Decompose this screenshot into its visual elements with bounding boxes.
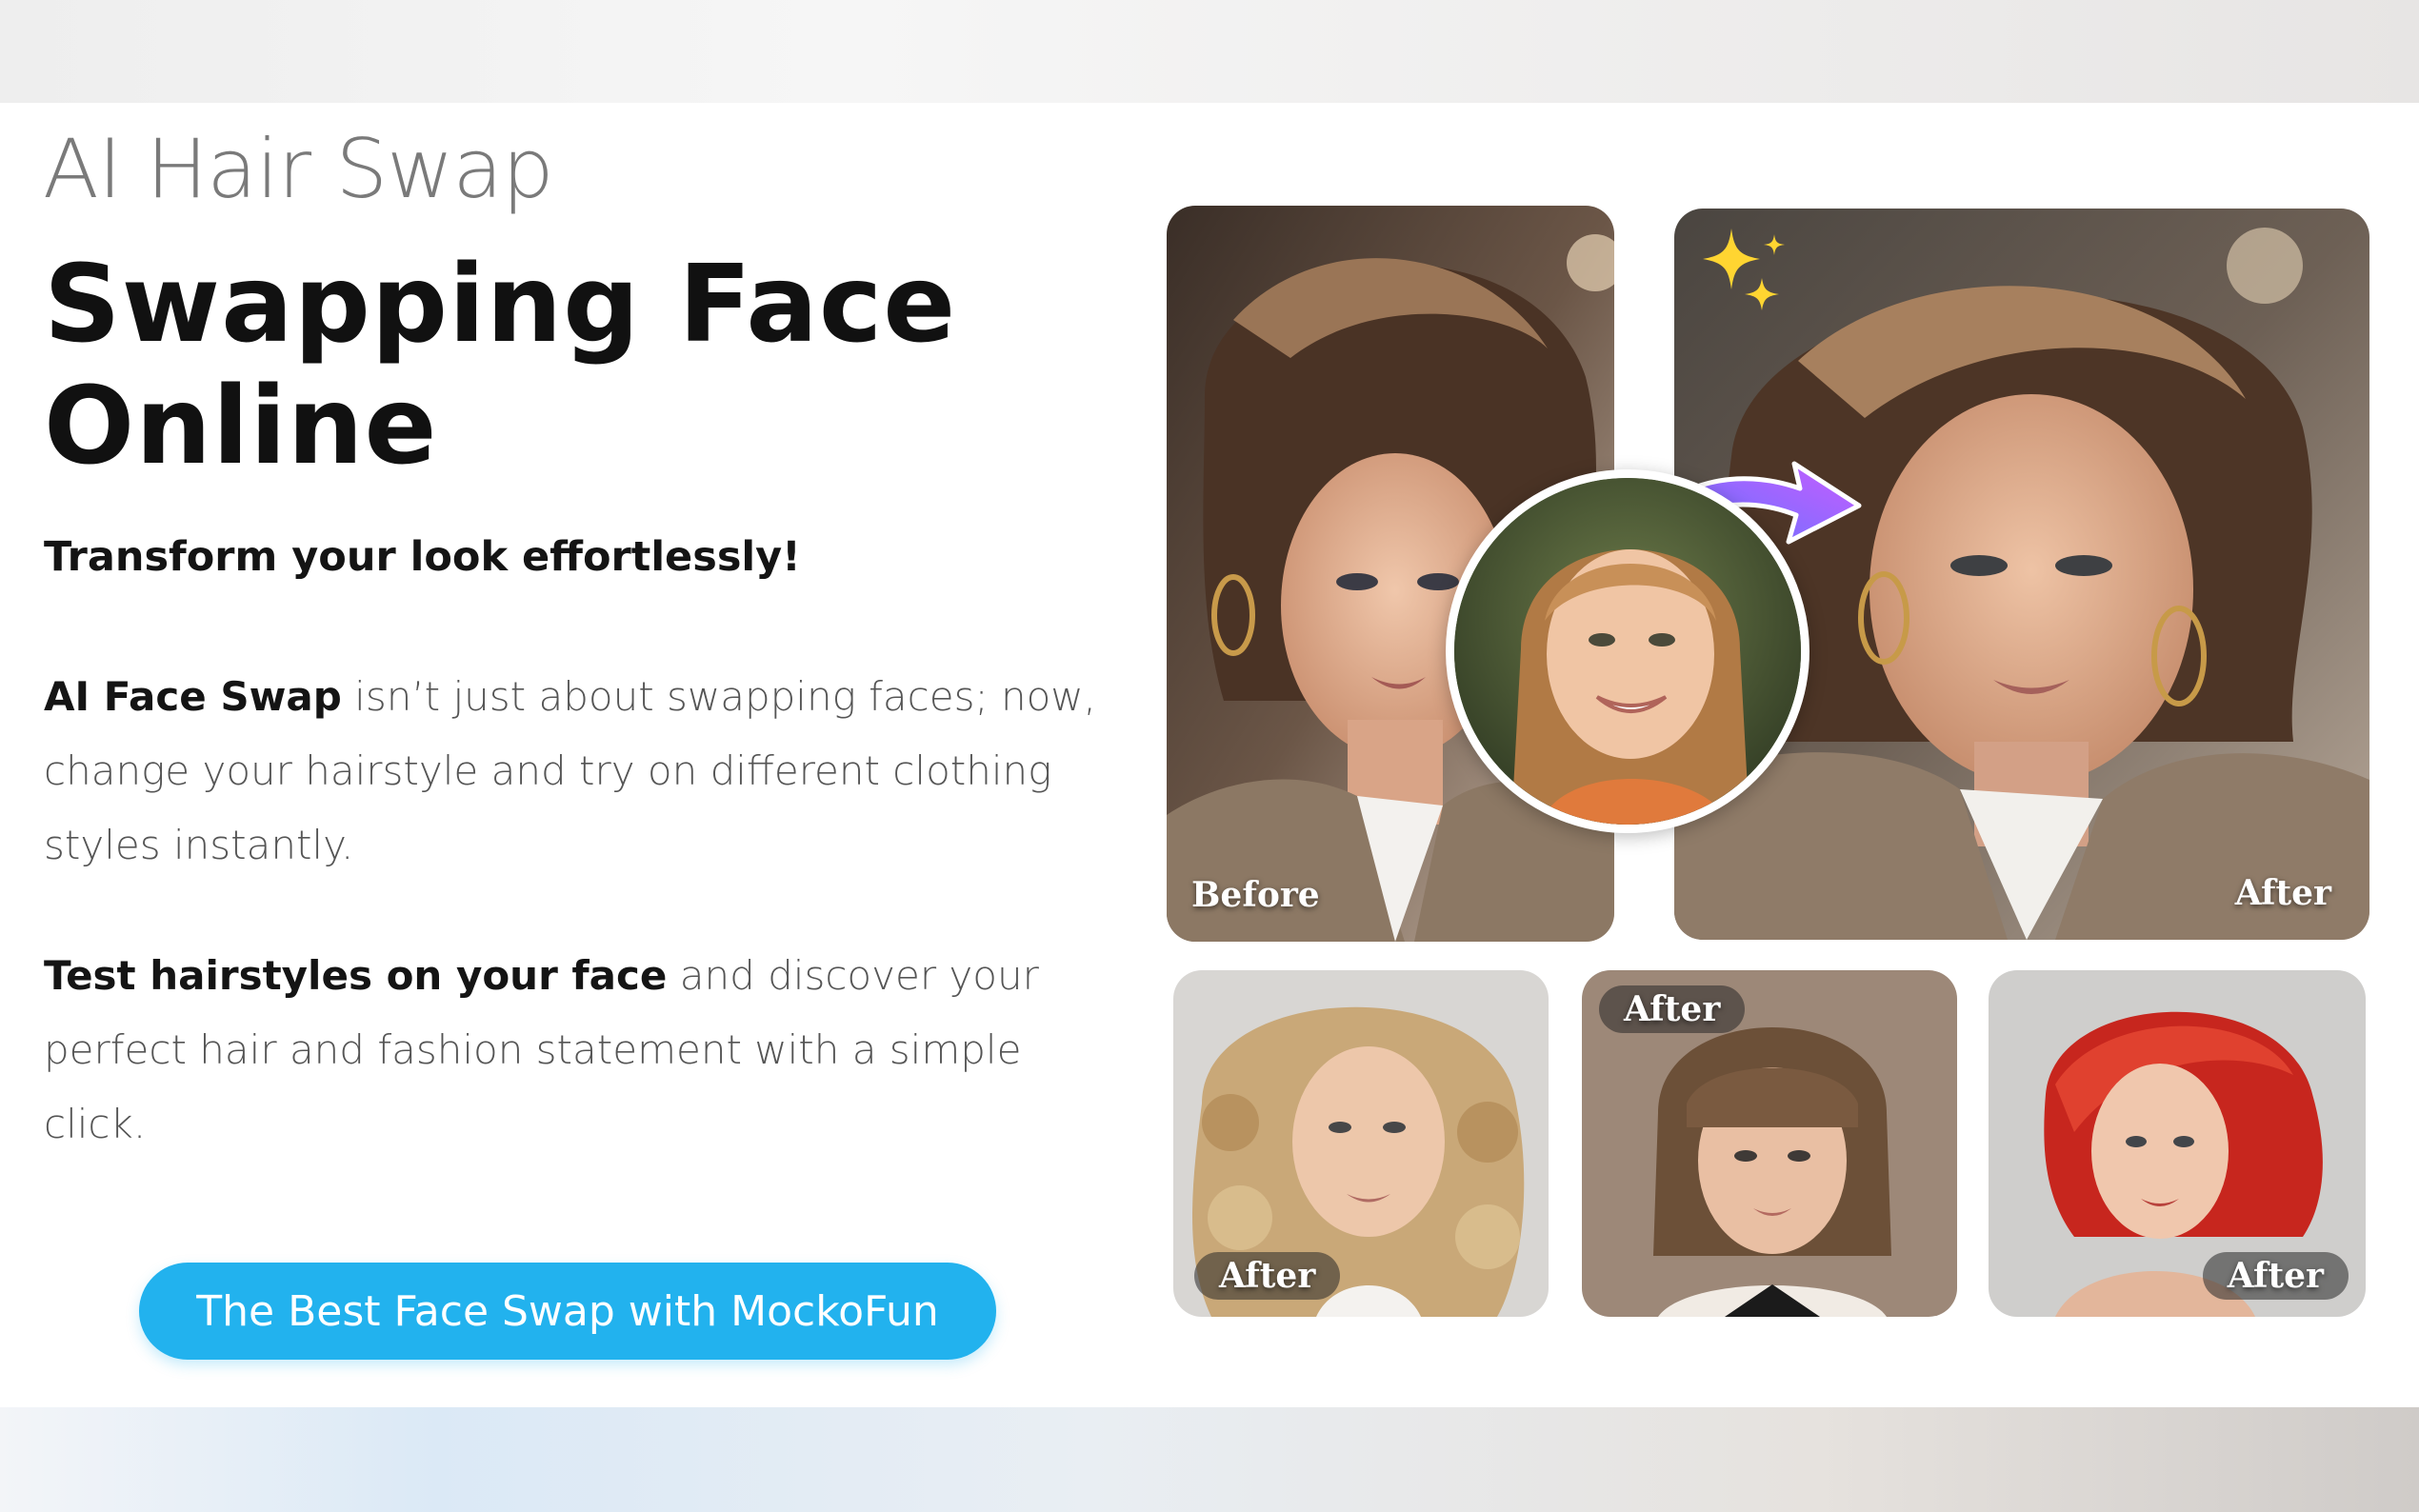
- source-face-art: [1454, 478, 1801, 825]
- sparkle-icon: [1703, 229, 1785, 310]
- after-bob-photo: After: [1582, 970, 1957, 1317]
- after-red-label: After: [2202, 1252, 2349, 1300]
- description-paragraph-2: Test hairstyles on your face and discove…: [44, 939, 1101, 1162]
- eyebrow-title: AI Hair Swap: [43, 122, 554, 217]
- page-headline: Swapping Face Online: [44, 244, 956, 487]
- after-main-label: After: [2234, 873, 2331, 913]
- page-background-band: [0, 1407, 2419, 1512]
- after-curly-photo: After: [1173, 970, 1549, 1317]
- after-red-photo: After: [1989, 970, 2366, 1317]
- headline-line-1: Swapping Face: [44, 243, 957, 367]
- source-face-inset: [1446, 469, 1809, 833]
- headline-line-2: Online: [44, 365, 438, 488]
- after-bob-label: After: [1599, 985, 1746, 1033]
- cta-button[interactable]: The Best Face Swap with MockoFun: [139, 1263, 996, 1360]
- description-paragraph-1: AI Face Swap isn’t just about swapping f…: [44, 660, 1101, 883]
- tagline: Transform your look effortlessly!: [44, 533, 801, 581]
- description-2-emphasis: Test hairstyles on your face: [44, 952, 668, 999]
- after-curly-label: After: [1194, 1252, 1341, 1300]
- before-label: Before: [1191, 875, 1320, 915]
- description-1-emphasis: AI Face Swap: [44, 673, 342, 720]
